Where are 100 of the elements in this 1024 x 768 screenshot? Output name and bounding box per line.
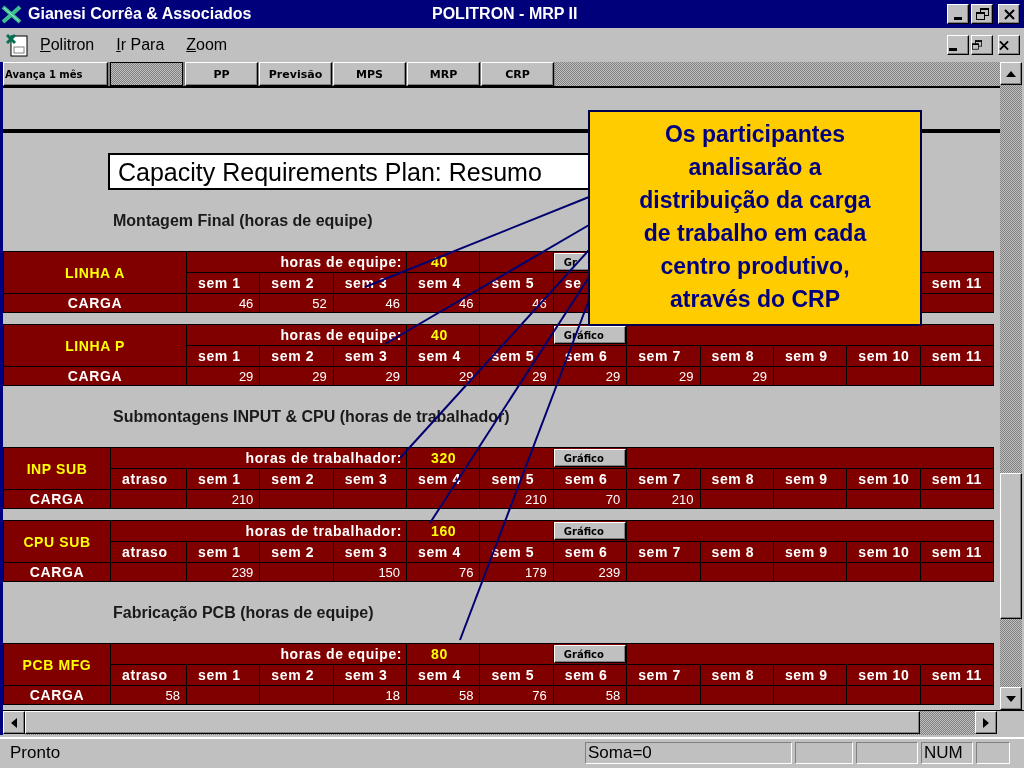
column-header: sem 11 bbox=[920, 665, 993, 685]
hours-value: 80 bbox=[407, 644, 480, 664]
restore-button[interactable] bbox=[971, 35, 993, 55]
minimize-icon bbox=[949, 47, 957, 51]
restore-icon bbox=[972, 39, 982, 51]
menu-item[interactable]: Ir Para bbox=[116, 34, 165, 56]
close-icon bbox=[999, 39, 1009, 51]
close-button[interactable] bbox=[998, 4, 1020, 24]
chart-button[interactable]: Gráfico bbox=[553, 645, 626, 663]
column-header: sem 10 bbox=[847, 665, 920, 685]
column-header: sem 4 bbox=[407, 542, 480, 562]
table-cell: 29 bbox=[333, 367, 407, 385]
hours-value: 40 bbox=[407, 325, 480, 345]
minimize-button[interactable] bbox=[947, 4, 969, 24]
table-cell: 58 bbox=[407, 686, 480, 704]
status-text: Pronto bbox=[9, 743, 62, 763]
table-cell: 29 bbox=[700, 367, 773, 385]
center-name: LINHA A bbox=[4, 252, 186, 293]
callout-tooltip: Os participantes analisarão a distribuição da carga de trabalho em cada centro produtivo, através do CRP bbox=[588, 110, 922, 326]
close-button[interactable] bbox=[998, 35, 1020, 55]
column-header: sem 1 bbox=[187, 542, 260, 562]
column-header: sem 7 bbox=[627, 542, 700, 562]
window-title: Gianesi Corrêa & Associados bbox=[27, 5, 253, 23]
column-header: sem 4 bbox=[407, 273, 480, 293]
column-header: sem 8 bbox=[700, 665, 773, 685]
toolbar-button[interactable]: Avança 1 mês bbox=[3, 62, 108, 86]
row-label: CARGA bbox=[4, 563, 110, 581]
hours-label: horas de trabalhador: bbox=[111, 521, 407, 541]
scroll-thumb[interactable] bbox=[1000, 473, 1022, 619]
table-cell: 210 bbox=[187, 490, 260, 508]
table-cell: 210 bbox=[627, 490, 700, 508]
menu-item[interactable]: Zoom bbox=[186, 34, 228, 56]
scroll-left-button[interactable] bbox=[3, 711, 25, 734]
hours-label: horas de equipe: bbox=[187, 325, 407, 345]
spreadsheet-icon[interactable] bbox=[6, 33, 30, 57]
hours-value: 160 bbox=[407, 521, 480, 541]
status-panel: NUM bbox=[921, 742, 973, 764]
table-cell: 239 bbox=[187, 563, 260, 581]
table-cell: 29 bbox=[627, 367, 700, 385]
column-header: sem 2 bbox=[260, 346, 333, 366]
column-header: sem 9 bbox=[773, 542, 847, 562]
column-header: atraso bbox=[111, 469, 186, 489]
left-arrow-icon bbox=[11, 717, 17, 728]
column-header: sem 1 bbox=[187, 346, 260, 366]
table-cell: 150 bbox=[333, 563, 407, 581]
column-header: sem 9 bbox=[773, 346, 847, 366]
scroll-down-button[interactable] bbox=[1000, 687, 1022, 710]
column-header: atraso bbox=[111, 665, 186, 685]
column-header: sem 7 bbox=[627, 469, 700, 489]
scroll-up-button[interactable] bbox=[1000, 62, 1022, 85]
status-panel bbox=[976, 742, 1010, 764]
restore-icon bbox=[975, 8, 989, 20]
column-header: sem 8 bbox=[700, 469, 773, 489]
app-title: POLITRON - MRP II bbox=[432, 5, 579, 23]
menu-item[interactable]: Politron bbox=[40, 34, 95, 56]
hours-label: horas de trabalhador: bbox=[111, 448, 407, 468]
status-panel bbox=[856, 742, 918, 764]
toolbar-button[interactable]: CRP bbox=[481, 62, 554, 86]
table-cell: 18 bbox=[333, 686, 407, 704]
column-header: sem 2 bbox=[260, 665, 333, 685]
column-header: sem 6 bbox=[553, 665, 627, 685]
column-header: atraso bbox=[111, 542, 186, 562]
hours-label: horas de equipe: bbox=[187, 252, 407, 272]
center-name: LINHA P bbox=[4, 325, 186, 366]
column-header: sem 1 bbox=[187, 665, 260, 685]
toolbar-button[interactable]: MPS bbox=[333, 62, 406, 86]
minimize-button[interactable] bbox=[947, 35, 969, 55]
table-cell: 29 bbox=[480, 367, 553, 385]
column-header: sem 5 bbox=[480, 273, 553, 293]
toolbar-button[interactable]: PP bbox=[185, 62, 258, 86]
column-header: sem 3 bbox=[333, 542, 407, 562]
minimize-icon bbox=[954, 16, 962, 20]
column-header: sem 6 bbox=[553, 542, 627, 562]
toolbar-button[interactable]: Previsão bbox=[259, 62, 332, 86]
column-header: sem 10 bbox=[847, 346, 920, 366]
restore-button[interactable] bbox=[971, 4, 993, 24]
close-icon bbox=[1003, 8, 1015, 20]
center-name: INP SUB bbox=[4, 448, 110, 489]
column-header: sem 1 bbox=[187, 273, 260, 293]
column-header: sem 5 bbox=[480, 665, 553, 685]
section-heading: Montagem Final (horas de equipe) bbox=[113, 212, 374, 231]
table-cell: 76 bbox=[480, 686, 553, 704]
column-header: sem 8 bbox=[700, 346, 773, 366]
column-header: sem 9 bbox=[773, 665, 847, 685]
column-header: sem 1 bbox=[187, 469, 260, 489]
center-name: CPU SUB bbox=[4, 521, 110, 562]
right-arrow-icon bbox=[983, 717, 989, 728]
table-cell: 29 bbox=[187, 367, 260, 385]
column-header: sem 10 bbox=[847, 542, 920, 562]
table-cell: 46 bbox=[187, 294, 260, 312]
column-header: sem 11 bbox=[920, 469, 993, 489]
column-header: sem 2 bbox=[260, 542, 333, 562]
row-label: CARGA bbox=[4, 490, 110, 508]
chart-button[interactable]: Gráfico bbox=[553, 522, 626, 540]
chart-button[interactable]: Gráfico bbox=[553, 449, 626, 467]
scroll-right-button[interactable] bbox=[975, 711, 997, 734]
column-header: sem 7 bbox=[627, 665, 700, 685]
toolbar-button[interactable]: MRP bbox=[407, 62, 480, 86]
column-header: sem 5 bbox=[480, 542, 553, 562]
column-header: sem 8 bbox=[700, 542, 773, 562]
